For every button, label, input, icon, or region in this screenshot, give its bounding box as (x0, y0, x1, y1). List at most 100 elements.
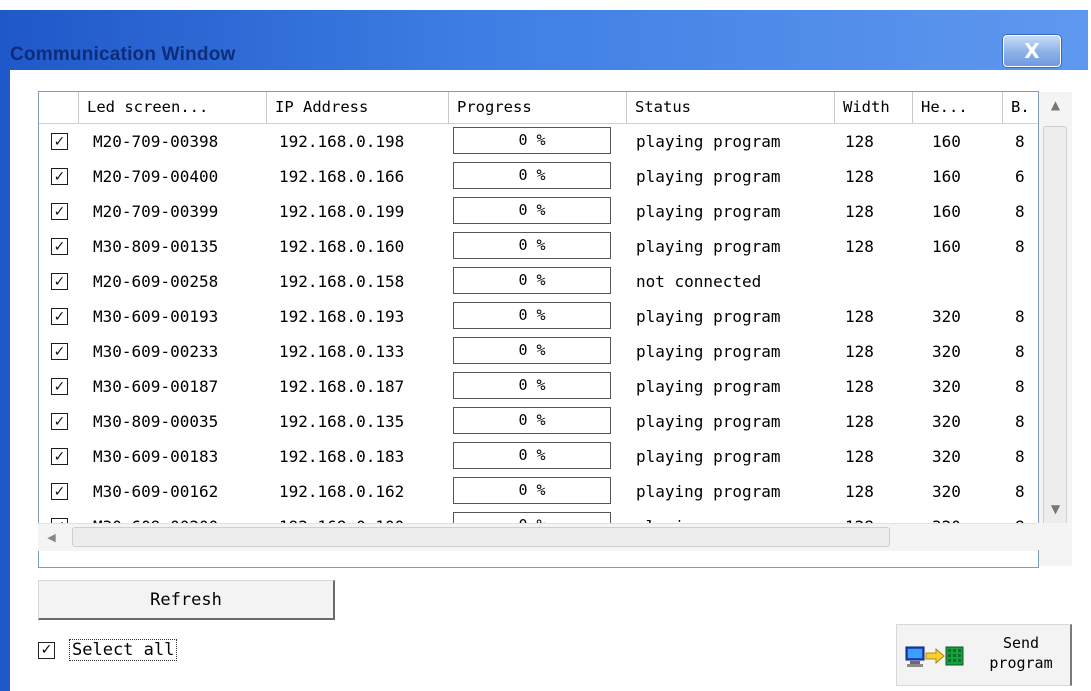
column-header-b[interactable]: B. (1003, 92, 1038, 123)
cell-led-screen: M30-809-00135 (93, 237, 219, 256)
cell-status: playing program (636, 307, 781, 326)
row-checkbox[interactable]: ✓ (51, 483, 68, 500)
select-all-label[interactable]: Select all (69, 639, 178, 661)
table-row[interactable]: ✓ M20-709-00399 192.168.0.199 playing progr… (39, 194, 1038, 229)
cell-height: 160 (932, 167, 961, 186)
close-button[interactable]: X (1003, 35, 1061, 67)
cell-ip-address: 192.168.0.135 (279, 412, 405, 431)
table-row[interactable]: ✓ M30-809-00135 192.168.0.160 playing progr… (39, 229, 1038, 264)
column-header-progress[interactable]: Progress (449, 92, 627, 123)
cell-status: playing program (636, 447, 781, 466)
cell-status: playing program (636, 237, 781, 256)
cell-ip-address: 192.168.0.183 (279, 447, 405, 466)
progress-bar: 0 % (453, 477, 611, 504)
vertical-scroll-thumb[interactable] (1043, 126, 1067, 548)
cell-b: 8 (1015, 377, 1025, 396)
row-checkbox[interactable]: ✓ (51, 273, 68, 290)
cell-b: 8 (1015, 342, 1025, 361)
cell-height: 320 (932, 377, 961, 396)
title-bar[interactable]: Communication Window X (0, 22, 1088, 76)
progress-bar: 0 % (453, 337, 611, 364)
progress-bar: 0 % (453, 442, 611, 469)
progress-bar: 0 % (453, 197, 611, 224)
send-program-label: Send program (977, 633, 1065, 673)
cell-ip-address: 192.168.0.193 (279, 307, 405, 326)
horizontal-scroll-thumb[interactable] (72, 527, 890, 547)
device-list[interactable]: Led screen... IP Address Progress Status… (38, 91, 1039, 568)
horizontal-scrollbar[interactable]: ◀ ▶ (38, 523, 1066, 551)
cell-width: 128 (845, 237, 874, 256)
table-row[interactable]: ✓ M30-609-00233 192.168.0.133 playing progr… (39, 334, 1038, 369)
cell-status: playing program (636, 167, 781, 186)
cell-ip-address: 192.168.0.133 (279, 342, 405, 361)
column-header-width[interactable]: Width (835, 92, 913, 123)
cell-width: 128 (845, 482, 874, 501)
table-row[interactable]: ✓ M30-609-00162 192.168.0.162 playing progr… (39, 474, 1038, 509)
window-title: Communication Window (10, 44, 236, 65)
select-all-checkbox[interactable]: ✓ Select all (38, 638, 178, 662)
send-program-button[interactable]: Send program (896, 624, 1072, 686)
row-checkbox[interactable]: ✓ (51, 168, 68, 185)
row-checkbox[interactable]: ✓ (51, 413, 68, 430)
send-label-line1: Send (1002, 634, 1040, 652)
cell-height: 320 (932, 482, 961, 501)
table-row[interactable]: ✓ M30-809-00035 192.168.0.135 playing progr… (39, 404, 1038, 439)
scrollbar-corner (1037, 523, 1072, 550)
cell-ip-address: 192.168.0.158 (279, 272, 405, 291)
table-row[interactable]: ✓ M30-609-00193 192.168.0.193 playing progr… (39, 299, 1038, 334)
refresh-button[interactable]: Refresh (38, 580, 335, 620)
cell-led-screen: M30-609-00233 (93, 342, 219, 361)
cell-status: playing program (636, 482, 781, 501)
progress-bar: 0 % (453, 302, 611, 329)
progress-bar: 0 % (453, 162, 611, 189)
cell-b: 6 (1015, 167, 1025, 186)
table-row[interactable]: ✓ M20-709-00400 192.168.0.166 playing progr… (39, 159, 1038, 194)
scroll-left-icon[interactable]: ◀ (38, 524, 65, 551)
cell-status: playing program (636, 342, 781, 361)
cell-led-screen: M20-709-00400 (93, 167, 219, 186)
cell-led-screen: M20-709-00398 (93, 132, 219, 151)
cell-width: 128 (845, 132, 874, 151)
cell-b: 8 (1015, 412, 1025, 431)
cell-ip-address: 192.168.0.198 (279, 132, 405, 151)
cell-height: 320 (932, 342, 961, 361)
cell-b: 8 (1015, 482, 1025, 501)
cell-height: 160 (932, 202, 961, 221)
vertical-scrollbar[interactable]: ▲ ▼ (1039, 92, 1072, 566)
cell-ip-address: 192.168.0.166 (279, 167, 405, 186)
cell-width: 128 (845, 202, 874, 221)
table-row[interactable]: ✓ M30-609-00183 192.168.0.183 playing progr… (39, 439, 1038, 474)
column-header-check[interactable] (39, 92, 79, 123)
cell-led-screen: M30-609-00162 (93, 482, 219, 501)
table-row[interactable]: ✓ M30-609-00187 192.168.0.187 playing progr… (39, 369, 1038, 404)
row-checkbox[interactable]: ✓ (51, 448, 68, 465)
cell-b: 8 (1015, 237, 1025, 256)
row-checkbox[interactable]: ✓ (51, 238, 68, 255)
cell-status: playing program (636, 377, 781, 396)
cell-led-screen: M30-609-00193 (93, 307, 219, 326)
table-row[interactable]: ✓ M20-709-00398 192.168.0.198 playing progr… (39, 124, 1038, 159)
table-row[interactable]: ✓ M20-609-00258 192.168.0.158 not connected… (39, 264, 1038, 299)
row-checkbox[interactable]: ✓ (51, 308, 68, 325)
cell-b: 8 (1015, 202, 1025, 221)
select-all-box[interactable]: ✓ (38, 641, 55, 659)
cell-b: 8 (1015, 132, 1025, 151)
scroll-down-icon[interactable]: ▼ (1039, 496, 1072, 523)
column-header-height[interactable]: He... (913, 92, 1003, 123)
column-header-led-screen[interactable]: Led screen... (79, 92, 267, 123)
row-checkbox[interactable]: ✓ (51, 203, 68, 220)
row-checkbox[interactable]: ✓ (51, 378, 68, 395)
cell-status: playing program (636, 132, 781, 151)
column-header-ip-address[interactable]: IP Address (267, 92, 449, 123)
row-checkbox[interactable]: ✓ (51, 133, 68, 150)
column-header-status[interactable]: Status (627, 92, 835, 123)
send-label-line2: program (989, 654, 1053, 672)
scroll-up-icon[interactable]: ▲ (1039, 92, 1072, 119)
row-checkbox[interactable]: ✓ (51, 343, 68, 360)
progress-bar: 0 % (453, 372, 611, 399)
cell-led-screen: M20-609-00258 (93, 272, 219, 291)
close-icon: X (1024, 39, 1040, 63)
cell-status: not connected (636, 272, 762, 291)
cell-width: 128 (845, 412, 874, 431)
cell-width: 128 (845, 167, 874, 186)
